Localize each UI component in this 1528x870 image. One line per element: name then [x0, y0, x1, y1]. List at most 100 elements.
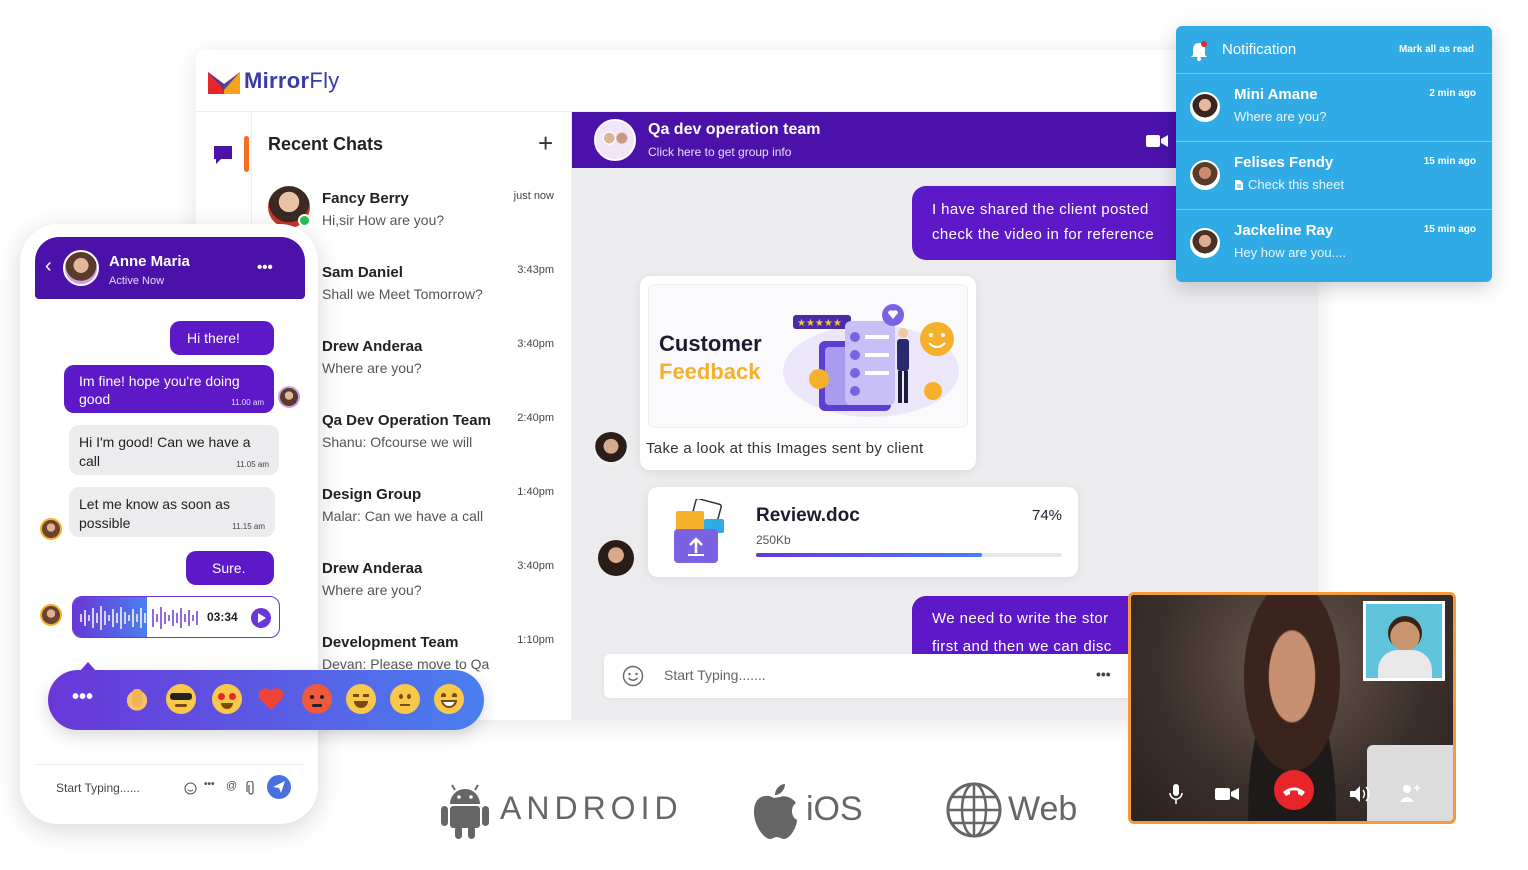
cool-face-icon[interactable] [166, 684, 196, 714]
notification-item[interactable]: Mini Amane Where are you? 2 min ago [1176, 74, 1492, 142]
group-info-link[interactable]: Click here to get group info [648, 145, 791, 159]
speaker-icon[interactable] [1349, 785, 1371, 803]
chat-time: 3:40pm [517, 338, 554, 350]
chat-preview: Malar: Can we have a call [322, 508, 484, 524]
voice-message[interactable]: 03:34 [72, 596, 280, 638]
more-options-button[interactable]: ••• [1096, 666, 1111, 682]
notification-item[interactable]: Jackeline Ray Hey how are you.... 15 min… [1176, 210, 1492, 278]
group-avatar [594, 119, 636, 161]
group-title: Qa dev operation team [648, 121, 821, 138]
notification-name: Felises Fendy [1234, 154, 1334, 171]
notification-message: Check this sheet [1248, 177, 1345, 192]
heart-icon[interactable] [256, 684, 286, 714]
mobile-app-phone: ‹ Anne Maria Active Now ••• Hi there! Im… [20, 224, 318, 824]
add-participant-icon[interactable] [1399, 783, 1421, 803]
emoji-picker-icon[interactable] [622, 665, 644, 687]
chat-time: 1:40pm [517, 486, 554, 498]
phone-input-bar[interactable]: Start Typing...... ••• @ [34, 764, 304, 810]
app-header: MirrorFly [196, 50, 1318, 112]
file-upload-icon [674, 499, 724, 563]
file-name: Review.doc [756, 505, 860, 526]
sender-avatar [598, 540, 634, 576]
chat-name: Drew Anderaa [322, 338, 423, 355]
bell-icon [1191, 41, 1207, 61]
notification-item[interactable]: Felises Fendy Check this sheet 15 min ag… [1176, 142, 1492, 210]
back-arrow-icon[interactable]: ‹ [45, 255, 52, 278]
online-status-dot [298, 214, 311, 227]
waveform-icon [80, 606, 198, 630]
notification-name: Jackeline Ray [1234, 222, 1334, 239]
angry-face-icon[interactable] [302, 684, 332, 714]
end-call-icon[interactable] [1273, 769, 1315, 811]
play-icon[interactable] [250, 607, 272, 629]
sent-message: I have shared the client posted check th… [912, 186, 1202, 260]
apple-icon [754, 784, 797, 839]
chat-name: Qa Dev Operation Team [322, 412, 491, 429]
mention-button[interactable]: @ [226, 780, 237, 792]
message-input-bar[interactable]: Start Typing....... ••• [604, 654, 1144, 698]
file-message-card[interactable]: Review.doc 250Kb 74% [648, 487, 1078, 577]
file-progress-track [756, 553, 1062, 557]
image-caption: Take a look at this Images sent by clien… [646, 440, 924, 457]
avatar [40, 518, 62, 540]
new-chat-button[interactable]: + [538, 128, 553, 159]
chat-time: just now [513, 190, 554, 202]
phone-message-input[interactable]: Start Typing...... [56, 781, 140, 795]
chat-preview: Where are you? [322, 360, 422, 376]
mirrorfly-logo-icon [208, 72, 240, 94]
feedback-image: Customer Feedback ★★★★★ [648, 284, 968, 428]
avatar [1190, 92, 1220, 122]
phone-received-message: Let me know as soon as possible 11.15 am [69, 487, 275, 537]
message-input[interactable]: Start Typing....... [664, 667, 766, 683]
self-view-thumbnail[interactable] [1363, 601, 1445, 681]
notification-panel: Notification Mark all as read Mini Amane… [1176, 26, 1492, 282]
notification-title: Notification [1222, 41, 1297, 58]
emoji-icon[interactable] [184, 782, 197, 795]
microphone-icon[interactable] [1169, 783, 1183, 805]
image-message-card[interactable]: Customer Feedback ★★★★★ Take a look at t… [640, 276, 976, 470]
feedback-title: Customer [659, 331, 762, 356]
contact-avatar [63, 250, 99, 286]
contact-name: Anne Maria [109, 253, 190, 270]
chat-time: 2:40pm [517, 412, 554, 424]
phone-chat-header: ‹ Anne Maria Active Now ••• [35, 237, 305, 299]
heart-eyes-icon[interactable] [212, 684, 242, 714]
sender-avatar [594, 432, 628, 466]
active-rail-indicator [244, 136, 249, 172]
mark-all-read-link[interactable]: Mark all as read [1399, 44, 1474, 55]
notification-message: Hey how are you.... [1234, 245, 1346, 260]
video-call-window [1128, 592, 1456, 824]
chat-list-item[interactable]: Fancy Berry Hi,sir How are you? just now [268, 184, 558, 244]
avatar [40, 604, 62, 626]
laughing-face-icon[interactable] [346, 684, 376, 714]
file-size: 250Kb [756, 533, 791, 547]
thumbs-up-icon[interactable] [122, 684, 152, 714]
camera-icon[interactable] [1215, 787, 1239, 801]
phone-sent-message: Sure. [186, 551, 274, 585]
chat-preview: Hi,sir How are you? [322, 212, 445, 228]
chat-time: 3:40pm [517, 560, 554, 572]
chat-time: 3:43pm [517, 264, 554, 276]
avatar [1190, 228, 1220, 258]
android-icon [441, 784, 489, 839]
phone-menu-button[interactable]: ••• [257, 259, 273, 276]
attachment-icon[interactable] [246, 781, 256, 796]
video-call-icon[interactable] [1146, 134, 1168, 148]
chat-bubble-icon[interactable] [212, 144, 234, 166]
avatar [1190, 160, 1220, 190]
chat-preview: Where are you? [322, 582, 422, 598]
more-reactions-button[interactable]: ••• [72, 686, 93, 709]
ios-label: iOS [806, 790, 863, 828]
android-label: ANDROID [500, 790, 683, 826]
globe-icon [946, 782, 1002, 838]
file-progress-label: 74% [1032, 507, 1063, 524]
phone-more-button[interactable]: ••• [204, 779, 215, 790]
chat-name: Fancy Berry [322, 190, 409, 207]
notification-time: 15 min ago [1423, 224, 1476, 235]
notification-time: 2 min ago [1429, 88, 1476, 99]
notification-name: Mini Amane [1234, 86, 1318, 103]
notification-time: 15 min ago [1423, 156, 1476, 167]
neutral-face-icon[interactable] [390, 684, 420, 714]
grinning-face-icon[interactable] [434, 684, 464, 714]
send-icon[interactable] [266, 774, 292, 800]
